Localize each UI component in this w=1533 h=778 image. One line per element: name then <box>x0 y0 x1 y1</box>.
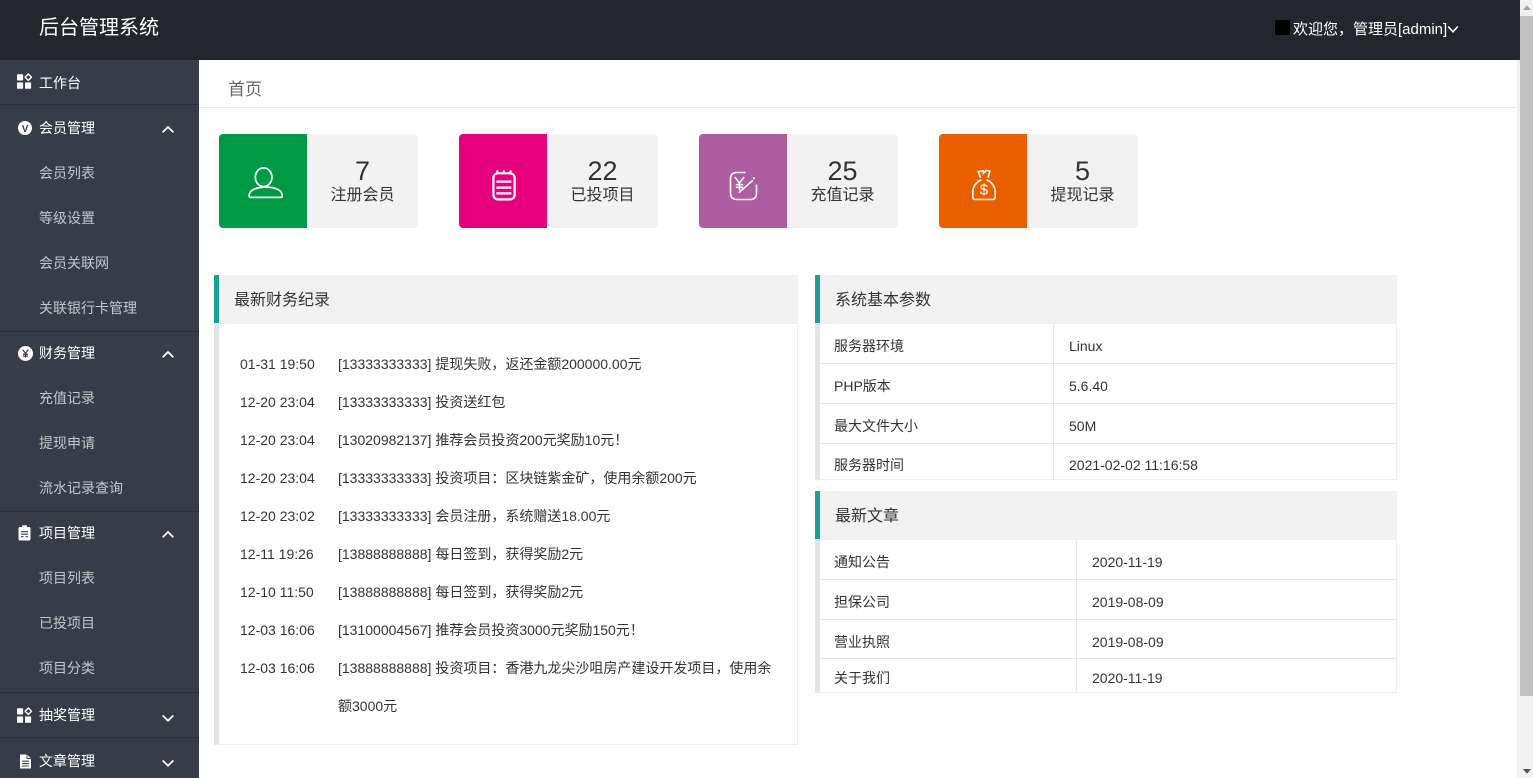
svg-text:V: V <box>22 124 29 135</box>
svg-text:$: $ <box>980 182 989 199</box>
